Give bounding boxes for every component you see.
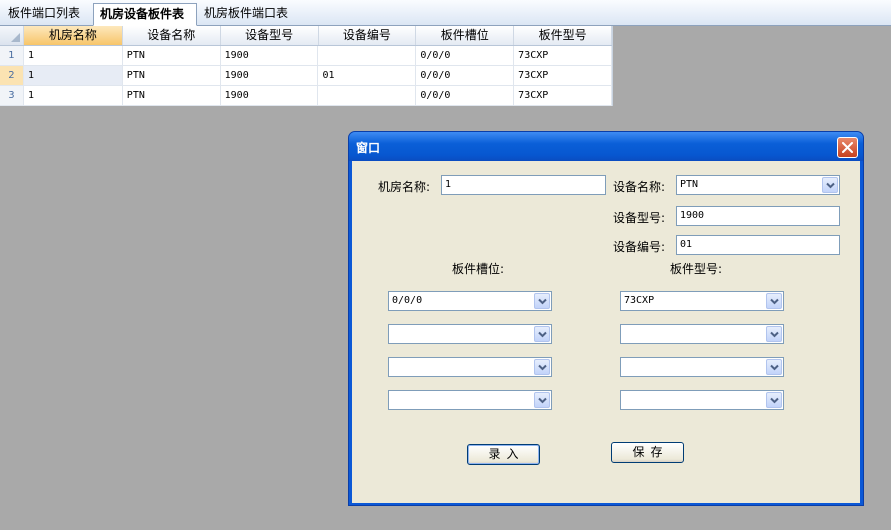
board-model-select-2[interactable] (620, 324, 784, 344)
dropdown-button[interactable] (766, 392, 782, 408)
dropdown-button[interactable] (534, 293, 550, 309)
device-no-label: 设备编号: (613, 240, 666, 254)
table-cell[interactable]: 0/0/0 (416, 66, 515, 85)
table-cell[interactable]: PTN (123, 46, 221, 65)
room-name-input[interactable]: 1 (441, 175, 606, 195)
device-no-input[interactable]: 01 (676, 235, 840, 255)
board-model-select-1[interactable]: 73CXP (620, 291, 784, 311)
table-row[interactable]: 1 1 PTN 1900 0/0/0 73CXP (0, 46, 613, 66)
dropdown-button[interactable] (534, 392, 550, 408)
table-row[interactable]: 2 1 PTN 1900 01 0/0/0 73CXP (0, 66, 613, 86)
dialog-title-bar[interactable]: 窗口 (349, 132, 863, 161)
dialog-body: 机房名称: 1 设备名称: PTN 设备型号: 1900 设备编号: 01 板件… (352, 161, 860, 503)
save-button[interactable]: 保存 (611, 442, 684, 463)
select-all-corner[interactable] (0, 26, 24, 45)
tab-board-port-list[interactable]: 板件端口列表 (2, 3, 90, 26)
column-header[interactable]: 设备编号 (319, 26, 417, 45)
table-cell[interactable]: 73CXP (514, 86, 613, 105)
room-name-label: 机房名称: (378, 180, 431, 194)
device-model-input[interactable]: 1900 (676, 206, 840, 226)
dropdown-button[interactable] (822, 177, 838, 193)
close-button[interactable] (837, 137, 858, 158)
chevron-down-icon (770, 364, 779, 371)
row-number[interactable]: 1 (0, 46, 24, 65)
slot-select-2[interactable] (388, 324, 552, 344)
chevron-down-icon (826, 182, 835, 189)
close-icon (842, 142, 853, 153)
chevron-down-icon (770, 397, 779, 404)
dropdown-button[interactable] (534, 326, 550, 342)
chevron-down-icon (538, 397, 547, 404)
slot-value: 0/0/0 (392, 295, 423, 306)
grid-header: 机房名称 设备名称 设备型号 设备编号 板件槽位 板件型号 (0, 26, 613, 46)
device-name-value: PTN (680, 179, 699, 190)
table-cell[interactable]: 1900 (221, 86, 319, 105)
dropdown-button[interactable] (766, 326, 782, 342)
column-header[interactable]: 板件槽位 (416, 26, 515, 45)
slot-label: 板件槽位: (452, 262, 505, 276)
board-model-select-3[interactable] (620, 357, 784, 377)
dropdown-button[interactable] (766, 359, 782, 375)
table-cell[interactable]: 01 (318, 66, 417, 85)
chevron-down-icon (538, 364, 547, 371)
table-cell[interactable]: 0/0/0 (416, 46, 515, 65)
tab-room-device-board[interactable]: 机房设备板件表 (93, 3, 197, 26)
slot-select-1[interactable]: 0/0/0 (388, 291, 552, 311)
table-cell[interactable] (318, 46, 417, 65)
table-cell[interactable]: 1 (23, 66, 123, 85)
row-number[interactable]: 2 (0, 66, 24, 85)
dialog-title: 窗口 (356, 141, 381, 155)
table-cell[interactable]: 73CXP (514, 66, 613, 85)
table-cell[interactable]: 1 (24, 86, 123, 105)
device-name-label: 设备名称: (613, 180, 666, 194)
board-model-select-4[interactable] (620, 390, 784, 410)
chevron-down-icon (770, 331, 779, 338)
data-grid: 机房名称 设备名称 设备型号 设备编号 板件槽位 板件型号 1 1 PTN 19… (0, 26, 613, 106)
row-number[interactable]: 3 (0, 86, 24, 105)
table-cell[interactable]: 0/0/0 (416, 86, 515, 105)
table-cell[interactable]: PTN (123, 86, 221, 105)
board-model-label: 板件型号: (670, 262, 723, 276)
dropdown-button[interactable] (534, 359, 550, 375)
column-header[interactable]: 机房名称 (23, 26, 123, 45)
enter-button[interactable]: 录入 (467, 444, 540, 465)
chevron-down-icon (538, 298, 547, 305)
column-header[interactable]: 设备名称 (123, 26, 221, 45)
table-cell[interactable] (318, 86, 417, 105)
dialog-window: 窗口 机房名称: 1 设备名称: PTN 设备型号: 1900 设备编号: 01… (348, 131, 864, 506)
dropdown-button[interactable] (766, 293, 782, 309)
tab-bar: 板件端口列表 机房设备板件表 机房板件端口表 (0, 0, 891, 26)
device-name-select[interactable]: PTN (676, 175, 840, 195)
chevron-down-icon (538, 331, 547, 338)
tab-room-board-port[interactable]: 机房板件端口表 (198, 3, 298, 26)
table-cell[interactable]: 1900 (221, 46, 319, 65)
slot-select-4[interactable] (388, 390, 552, 410)
slot-select-3[interactable] (388, 357, 552, 377)
table-row[interactable]: 3 1 PTN 1900 0/0/0 73CXP (0, 86, 613, 106)
table-cell[interactable]: 1 (24, 46, 123, 65)
board-model-value: 73CXP (624, 295, 655, 306)
chevron-down-icon (770, 298, 779, 305)
column-header[interactable]: 设备型号 (221, 26, 319, 45)
table-cell[interactable]: 1900 (221, 66, 319, 85)
column-header[interactable]: 板件型号 (514, 26, 613, 45)
table-cell[interactable]: 73CXP (514, 46, 613, 65)
device-model-label: 设备型号: (613, 211, 666, 225)
table-cell[interactable]: PTN (123, 66, 221, 85)
